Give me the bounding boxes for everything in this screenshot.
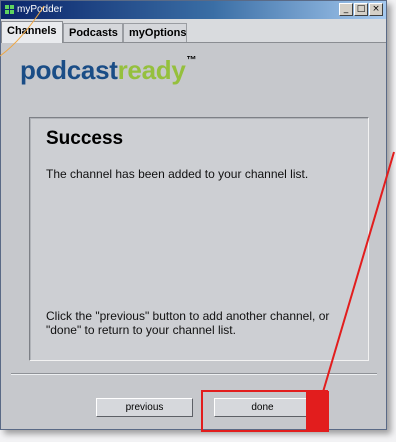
annotation-arrow bbox=[322, 151, 395, 393]
annotation-marker bbox=[306, 391, 329, 432]
